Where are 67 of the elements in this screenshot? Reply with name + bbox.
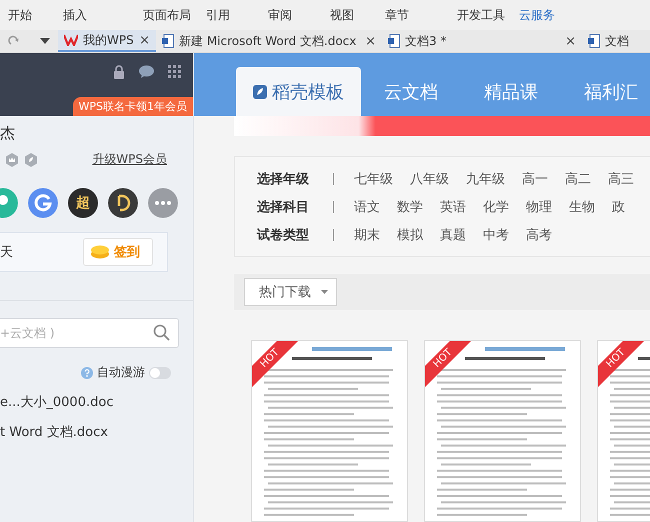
filter-option[interactable]: 高一 <box>522 170 548 188</box>
close-button[interactable]: × <box>139 32 150 48</box>
filter-option[interactable]: 政 <box>612 198 625 216</box>
filter-option[interactable]: 真题 <box>440 226 466 244</box>
filter-label: 选择年级 <box>257 170 310 188</box>
menu-item[interactable]: 插入 <box>55 6 135 24</box>
app-icon[interactable] <box>108 188 138 218</box>
filter-option[interactable]: 数学 <box>397 198 423 216</box>
auto-roam-label: 自动漫游 <box>97 364 145 381</box>
menu-item[interactable]: 审阅 <box>260 6 322 24</box>
more-icon[interactable] <box>148 188 178 218</box>
document-tab[interactable]: 我的WPS × <box>58 30 156 52</box>
coin-icon <box>90 245 110 259</box>
document-tab[interactable]: 新建 Microsoft Word 文档.docx × <box>156 30 382 52</box>
filter-option[interactable]: 期末 <box>354 226 380 244</box>
menu-item[interactable]: 视图 <box>322 6 377 24</box>
filter-option[interactable]: 物理 <box>526 198 552 216</box>
crown-badge-icon <box>5 152 19 166</box>
menu-item[interactable]: 章节 <box>377 6 449 24</box>
menu-item[interactable]: 开始 <box>0 6 55 24</box>
filter-option[interactable]: 八年级 <box>410 170 449 188</box>
document-tab[interactable]: 文档3 * × <box>382 30 582 52</box>
menu-item[interactable]: 开发工具 <box>449 6 511 24</box>
document-icon <box>588 34 600 48</box>
filter-option[interactable]: 高三 <box>608 170 634 188</box>
document-icon <box>388 34 400 48</box>
recent-file[interactable]: e...大小_0000.doc <box>0 393 193 411</box>
caret-icon[interactable] <box>40 38 50 44</box>
redo-icon[interactable] <box>8 35 20 47</box>
filter-option[interactable]: 语文 <box>354 198 380 216</box>
docer-logo-icon <box>253 84 267 98</box>
filter-option[interactable]: 化学 <box>483 198 509 216</box>
nav-tab[interactable]: 稻壳模板 <box>236 67 361 116</box>
search-field[interactable]: +云文档 ) <box>0 318 179 348</box>
promo-banner[interactable] <box>234 116 650 136</box>
close-button[interactable]: × <box>365 34 376 48</box>
caret-icon <box>321 290 328 294</box>
checkin-text: 天 <box>0 244 13 261</box>
menu-item[interactable]: 页面布局 <box>135 6 198 24</box>
recent-file[interactable]: t Word 文档.docx <box>0 423 193 441</box>
filter-option[interactable]: 七年级 <box>354 170 393 188</box>
filter-option[interactable]: 生物 <box>569 198 595 216</box>
grid-icon[interactable] <box>168 65 181 78</box>
document-tab[interactable]: 文档 <box>582 30 642 52</box>
filter-label: 选择科目 <box>257 198 310 216</box>
user-name: 杰 <box>0 124 16 143</box>
search-icon[interactable] <box>153 324 171 342</box>
close-button[interactable]: × <box>565 34 576 48</box>
filter-option[interactable]: 模拟 <box>397 226 423 244</box>
chat-icon[interactable] <box>139 65 154 78</box>
app-icon[interactable]: 超 <box>68 188 98 218</box>
filter-option[interactable]: 高考 <box>526 226 552 244</box>
filter-option[interactable]: 英语 <box>440 198 466 216</box>
filter-option[interactable]: 高二 <box>565 170 591 188</box>
lock-icon[interactable] <box>113 65 125 79</box>
help-icon[interactable] <box>81 366 93 378</box>
filter-option[interactable]: 中考 <box>483 226 509 244</box>
upgrade-link[interactable]: 升级WPS会员 <box>92 151 167 168</box>
wps-logo-icon <box>64 34 78 46</box>
filter-option[interactable]: 九年级 <box>466 170 505 188</box>
filter-label: 试卷类型 <box>257 226 310 244</box>
sort-dropdown[interactable]: 热门下载 <box>244 278 337 306</box>
auto-roam-toggle[interactable] <box>149 366 171 378</box>
leaf-badge-icon <box>24 152 38 166</box>
document-icon <box>162 34 174 48</box>
menu-item[interactable]: 引用 <box>198 6 260 24</box>
menu-item[interactable]: 云服务 <box>511 6 573 24</box>
